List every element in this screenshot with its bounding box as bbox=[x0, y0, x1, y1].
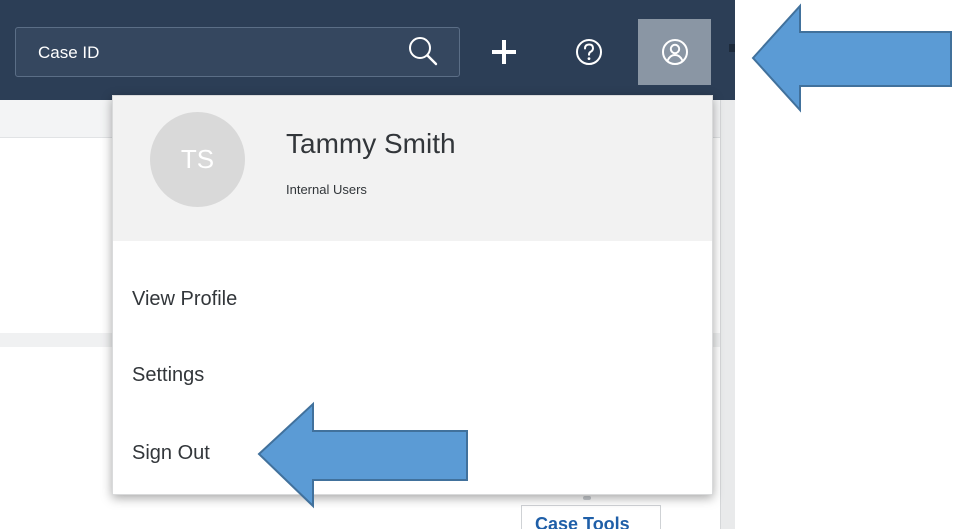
user-menu-button[interactable] bbox=[638, 19, 711, 85]
scrollbar-track[interactable] bbox=[720, 100, 735, 529]
user-group: Internal Users bbox=[286, 182, 367, 197]
annotation-arrow-user-button bbox=[751, 3, 952, 113]
search-icon[interactable] bbox=[406, 34, 440, 68]
help-icon bbox=[576, 39, 602, 65]
create-button[interactable] bbox=[468, 19, 540, 85]
case-id-search-field[interactable]: Case ID bbox=[15, 27, 460, 77]
help-button[interactable] bbox=[553, 19, 625, 85]
avatar: TS bbox=[150, 112, 245, 207]
user-name: Tammy Smith bbox=[286, 128, 456, 159]
annotation-arrow-sign-out bbox=[257, 401, 468, 509]
view-profile-menu-item[interactable]: View Profile bbox=[113, 269, 712, 329]
user-icon bbox=[661, 39, 688, 65]
avatar-initials: TS bbox=[180, 144, 215, 174]
settings-menu-item[interactable]: Settings bbox=[113, 345, 712, 405]
header-edge-caret bbox=[729, 44, 735, 52]
user-card: TS Tammy Smith Internal Users bbox=[113, 96, 712, 241]
shell-header: Case ID bbox=[0, 0, 735, 100]
case-tools-tab[interactable]: Case Tools bbox=[521, 505, 661, 529]
case-tools-label: Case Tools bbox=[535, 514, 630, 529]
case-tools-indicator bbox=[583, 496, 591, 500]
case-id-placeholder: Case ID bbox=[38, 43, 100, 62]
plus-icon bbox=[492, 40, 516, 64]
